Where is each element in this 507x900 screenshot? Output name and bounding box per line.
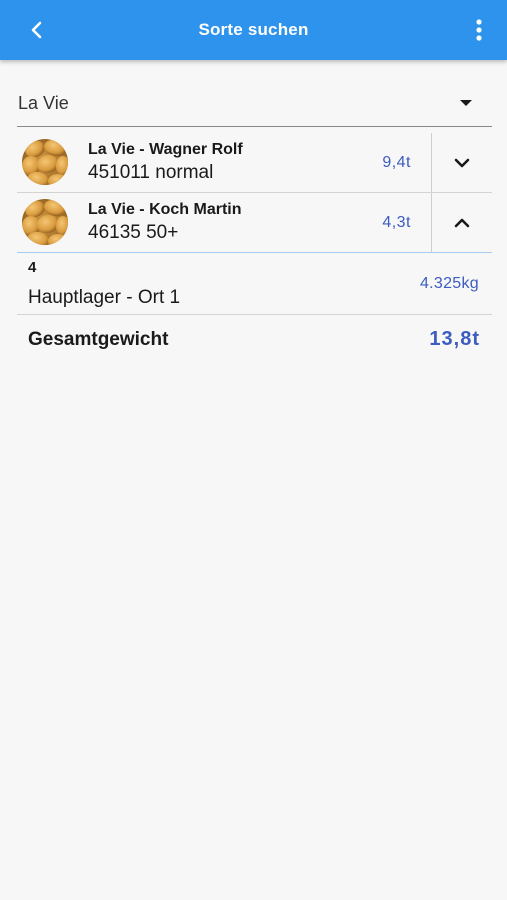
total-label: Gesamtgewicht — [28, 329, 169, 350]
detail-number: 4 — [28, 259, 37, 276]
storage-detail-row: 4 Hauptlager - Ort 1 4.325kg — [17, 252, 492, 315]
app-bar: Sorte suchen — [0, 0, 507, 60]
page-title: Sorte suchen — [198, 20, 309, 39]
chevron-up-icon — [454, 218, 470, 227]
item-weight: 9,4t — [382, 154, 411, 171]
list-item[interactable]: La Vie - Koch Martin 46135 50+ 4,3t — [17, 193, 492, 253]
dropdown-arrow-icon — [460, 100, 472, 106]
more-menu-button[interactable] — [467, 15, 491, 45]
potato-avatar — [22, 139, 68, 185]
item-name: La Vie - Koch Martin — [88, 201, 242, 218]
potato-avatar — [22, 199, 68, 245]
item-name: La Vie - Wagner Rolf — [88, 141, 243, 158]
item-weight: 4,3t — [382, 214, 411, 231]
item-subtitle: 46135 50+ — [88, 222, 179, 243]
chevron-down-icon — [454, 158, 470, 167]
list-item[interactable]: La Vie - Wagner Rolf 451011 normal 9,4t — [17, 133, 492, 193]
expand-button[interactable] — [432, 133, 492, 192]
variety-select-value: La Vie — [18, 93, 69, 113]
total-row: Gesamtgewicht 13,8t — [17, 315, 492, 367]
collapse-button[interactable] — [432, 193, 492, 252]
detail-weight: 4.325kg — [419, 275, 479, 292]
variety-select[interactable]: La Vie — [17, 84, 492, 127]
total-value: 13,8t — [429, 328, 480, 350]
detail-location: Hauptlager - Ort 1 — [28, 287, 181, 308]
item-subtitle: 451011 normal — [88, 162, 214, 183]
more-vertical-icon — [476, 19, 482, 41]
